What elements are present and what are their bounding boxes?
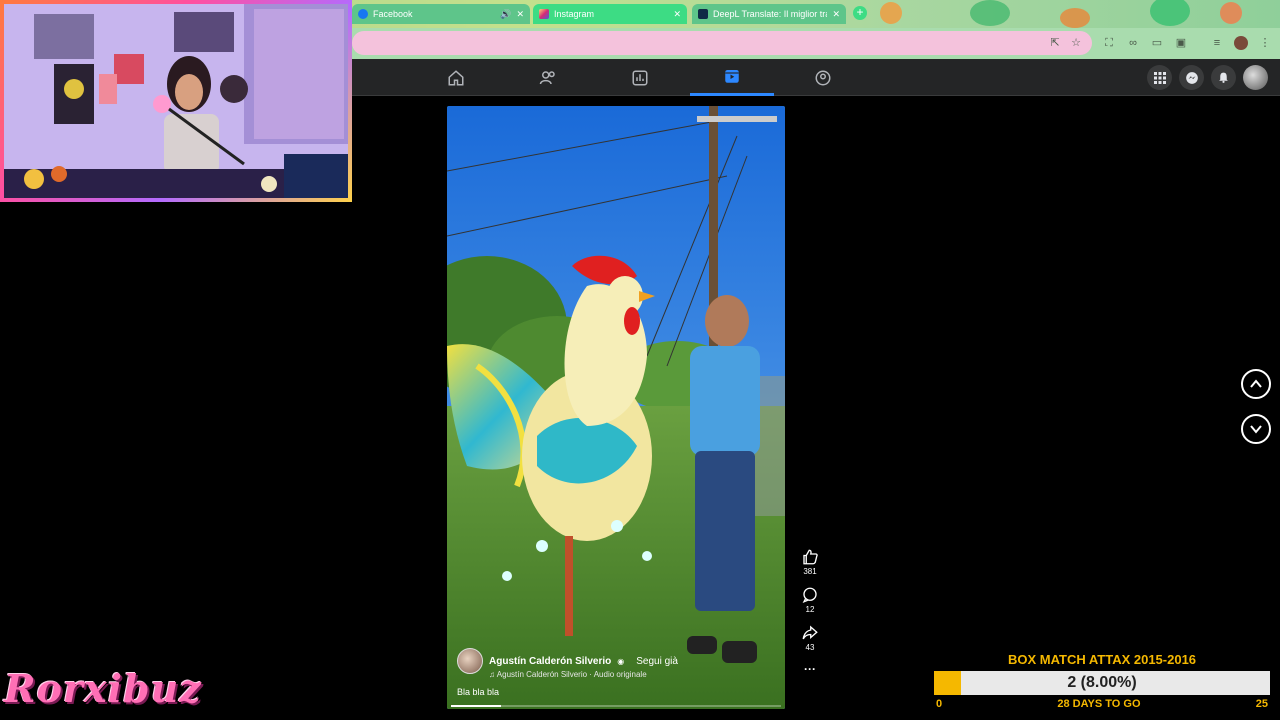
author-name[interactable]: Agustín Calderón Silverio	[489, 656, 611, 667]
nav-reels[interactable]	[690, 59, 774, 96]
groups-icon	[815, 70, 831, 85]
goal-title: BOX MATCH ATTAX 2015-2016	[1007, 652, 1197, 667]
reader-icon[interactable]: ▭	[1150, 36, 1164, 50]
goal-value: 2 (8.00%)	[1067, 674, 1137, 691]
chevron-down-icon	[1250, 425, 1262, 434]
menu-kebab-icon[interactable]: ⋮	[1258, 36, 1272, 50]
goal-max: 25	[1255, 698, 1268, 710]
chevron-up-icon	[1250, 379, 1262, 388]
reel-actions: 381 12 43 ···	[796, 548, 824, 686]
nav-home[interactable]	[414, 59, 498, 96]
close-icon[interactable]: ✕	[673, 9, 681, 20]
webcam-overlay	[0, 0, 352, 202]
grid-menu-icon	[1153, 71, 1166, 84]
tab-facebook[interactable]: Facebook 🔊 ✕	[352, 4, 530, 24]
tab-instagram[interactable]: Instagram ✕	[533, 4, 687, 24]
reel-video[interactable]: Agustín Calderón Silverio ◉ Segui già ♫ …	[447, 106, 785, 709]
streamer-logo: Rorxibuz	[4, 666, 202, 711]
messenger-button[interactable]	[1179, 65, 1204, 90]
screen: Facebook 🔊 ✕ Instagram ✕ DeepL Translate…	[0, 0, 1280, 720]
reel-meta: Agustín Calderón Silverio ◉ Segui già ♫ …	[457, 648, 775, 697]
comment-button[interactable]: 12	[796, 586, 824, 614]
comment-count: 12	[805, 605, 815, 614]
profile-avatar[interactable]	[1234, 36, 1248, 50]
tab-label: Facebook	[373, 9, 413, 19]
tab-label: DeepL Translate: Il miglior tra	[713, 9, 828, 19]
like-button[interactable]: 381	[796, 548, 824, 576]
translate-icon[interactable]: ⛶	[1102, 36, 1116, 50]
audio-label: Agustín Calderón Silverio · Audio origin…	[496, 670, 647, 679]
queue-icon[interactable]: ≡	[1210, 36, 1224, 50]
speaker-icon[interactable]: 🔊	[500, 9, 511, 20]
music-note-icon: ♫	[489, 670, 495, 679]
more-icon: ···	[804, 662, 816, 676]
tab-label: Instagram	[554, 9, 595, 19]
goal-widget: BOX MATCH ATTAX 2015-2016 2 (8.00%) 0 28…	[934, 652, 1270, 718]
reel-progress-bar[interactable]	[451, 705, 781, 707]
close-icon[interactable]: ✕	[832, 9, 840, 20]
bell-icon	[1219, 72, 1228, 83]
verified-icon: ◉	[617, 656, 625, 666]
more-options-button[interactable]: ···	[796, 662, 824, 676]
reels-icon	[725, 70, 739, 83]
share-count: 43	[805, 643, 815, 652]
next-reel-button[interactable]	[1241, 414, 1271, 444]
extension-icon[interactable]: ▣	[1174, 36, 1188, 50]
home-icon	[448, 69, 464, 85]
address-bar[interactable]	[352, 31, 1092, 55]
webcam-feed	[4, 4, 348, 198]
facebook-icon	[358, 9, 368, 19]
share-button[interactable]: 43	[796, 624, 824, 652]
nav-feeds[interactable]	[598, 59, 682, 96]
deepl-icon	[698, 9, 708, 19]
bookmark-star-icon[interactable]: ☆	[1069, 36, 1083, 50]
like-count: 381	[803, 567, 817, 576]
audio-row[interactable]: ♫ Agustín Calderón Silverio · Audio orig…	[489, 670, 775, 679]
close-icon[interactable]: ✕	[516, 9, 524, 20]
follow-status[interactable]: Segui già	[636, 656, 678, 667]
account-avatar[interactable]	[1243, 65, 1268, 90]
previous-reel-button[interactable]	[1241, 369, 1271, 399]
messenger-icon	[1185, 71, 1198, 84]
reel-caption: Bla bla bla	[457, 687, 500, 697]
link-icon[interactable]: ∞	[1126, 36, 1140, 50]
install-icon[interactable]: ⇱	[1048, 36, 1062, 50]
thumbs-up-icon	[803, 549, 818, 565]
goal-footer: 0 28 DAYS TO GO 25	[934, 698, 1270, 710]
goal-min: 0	[936, 698, 943, 710]
facebook-navbar	[352, 59, 1280, 96]
menu-button[interactable]	[1147, 65, 1172, 90]
notifications-button[interactable]	[1211, 65, 1236, 90]
nav-groups[interactable]	[781, 59, 865, 96]
share-icon	[802, 625, 818, 640]
new-tab-button[interactable]: +	[853, 6, 867, 20]
chart-icon	[632, 70, 648, 85]
friends-icon	[539, 70, 555, 84]
author-avatar[interactable]	[457, 648, 483, 674]
goal-days: 28 DAYS TO GO	[1057, 698, 1141, 710]
nav-friends[interactable]	[506, 59, 590, 96]
comment-icon	[802, 587, 817, 604]
reel-progress-fill	[451, 705, 501, 707]
goal-bar: 2 (8.00%)	[934, 671, 1270, 695]
tab-deepl[interactable]: DeepL Translate: Il miglior tra ✕	[692, 4, 846, 24]
instagram-icon	[539, 9, 549, 19]
